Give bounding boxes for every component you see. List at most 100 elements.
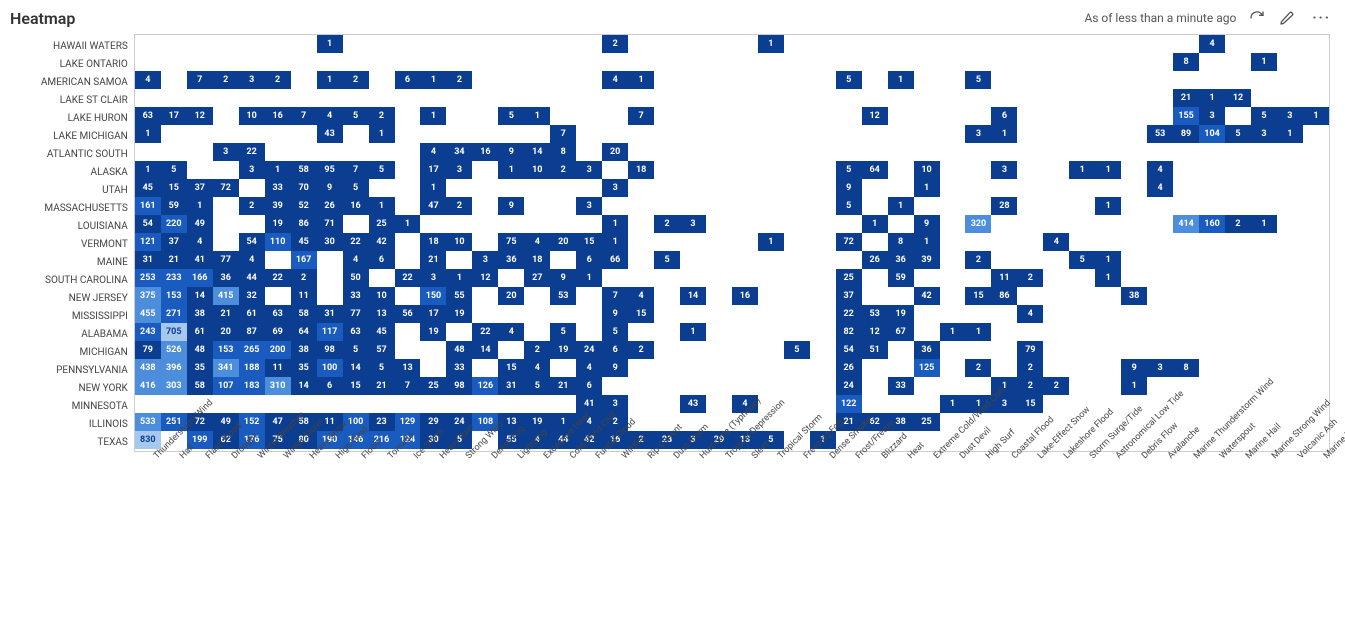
heatmap-cell[interactable] xyxy=(369,89,395,107)
heatmap-cell[interactable] xyxy=(680,161,706,179)
heatmap-cell[interactable] xyxy=(187,161,213,179)
heatmap-cell[interactable] xyxy=(810,359,836,377)
heatmap-cell[interactable]: 1 xyxy=(1095,197,1121,215)
heatmap-cell[interactable] xyxy=(1095,35,1121,53)
heatmap-cell[interactable] xyxy=(706,359,732,377)
heatmap-cell[interactable]: 25 xyxy=(420,377,446,395)
heatmap-cell[interactable]: 1 xyxy=(420,71,446,89)
heatmap-cell[interactable] xyxy=(524,323,550,341)
heatmap-cell[interactable] xyxy=(1303,269,1329,287)
heatmap-cell[interactable]: 50 xyxy=(343,269,369,287)
heatmap-cell[interactable] xyxy=(940,359,966,377)
heatmap-cell[interactable]: 39 xyxy=(914,251,940,269)
heatmap-cell[interactable]: 14 xyxy=(680,287,706,305)
heatmap-cell[interactable]: 526 xyxy=(161,341,187,359)
heatmap-cell[interactable]: 15 xyxy=(628,305,654,323)
heatmap-cell[interactable] xyxy=(991,251,1017,269)
heatmap-cell[interactable] xyxy=(1095,233,1121,251)
heatmap-cell[interactable] xyxy=(550,35,576,53)
heatmap-cell[interactable]: 12 xyxy=(472,269,498,287)
heatmap-cell[interactable]: 1 xyxy=(187,197,213,215)
heatmap-cell[interactable] xyxy=(1173,251,1199,269)
heatmap-cell[interactable]: 5 xyxy=(369,359,395,377)
heatmap-cell[interactable] xyxy=(1043,395,1069,413)
heatmap-cell[interactable]: 167 xyxy=(291,251,317,269)
heatmap-cell[interactable] xyxy=(940,89,966,107)
heatmap-cell[interactable] xyxy=(758,197,784,215)
heatmap-cell[interactable] xyxy=(1277,197,1303,215)
heatmap-cell[interactable] xyxy=(706,341,732,359)
heatmap-cell[interactable]: 48 xyxy=(187,341,213,359)
heatmap-cell[interactable] xyxy=(1017,107,1043,125)
heatmap-cell[interactable] xyxy=(524,215,550,233)
heatmap-cell[interactable] xyxy=(680,305,706,323)
heatmap-cell[interactable] xyxy=(784,53,810,71)
heatmap-cell[interactable] xyxy=(680,233,706,251)
heatmap-cell[interactable] xyxy=(965,143,991,161)
heatmap-cell[interactable]: 57 xyxy=(369,341,395,359)
heatmap-cell[interactable] xyxy=(654,359,680,377)
heatmap-cell[interactable]: 1 xyxy=(135,125,161,143)
heatmap-cell[interactable]: 33 xyxy=(888,377,914,395)
heatmap-cell[interactable] xyxy=(1147,341,1173,359)
heatmap-cell[interactable]: 1 xyxy=(524,107,550,125)
heatmap-cell[interactable] xyxy=(135,35,161,53)
heatmap-cell[interactable]: 17 xyxy=(420,305,446,323)
heatmap-cell[interactable]: 37 xyxy=(161,233,187,251)
heatmap-cell[interactable]: 87 xyxy=(239,323,265,341)
heatmap-cell[interactable] xyxy=(498,125,524,143)
heatmap-cell[interactable] xyxy=(498,215,524,233)
heatmap-cell[interactable] xyxy=(758,143,784,161)
heatmap-cell[interactable] xyxy=(862,179,888,197)
heatmap-cell[interactable] xyxy=(1017,89,1043,107)
heatmap-cell[interactable] xyxy=(940,287,966,305)
heatmap-cell[interactable] xyxy=(1121,341,1147,359)
heatmap-cell[interactable]: 4 xyxy=(317,107,343,125)
heatmap-cell[interactable]: 36 xyxy=(498,251,524,269)
heatmap-cell[interactable]: 5 xyxy=(161,161,187,179)
heatmap-cell[interactable]: 3 xyxy=(239,161,265,179)
heatmap-cell[interactable] xyxy=(446,125,472,143)
heatmap-cell[interactable]: 1 xyxy=(135,161,161,179)
heatmap-cell[interactable] xyxy=(1121,89,1147,107)
heatmap-cell[interactable] xyxy=(1251,35,1277,53)
heatmap-cell[interactable]: 31 xyxy=(498,377,524,395)
heatmap-cell[interactable]: 61 xyxy=(239,305,265,323)
heatmap-cell[interactable] xyxy=(1121,305,1147,323)
heatmap-cell[interactable]: 100 xyxy=(317,359,343,377)
heatmap-cell[interactable]: 3 xyxy=(446,161,472,179)
heatmap-cell[interactable] xyxy=(1303,323,1329,341)
heatmap-cell[interactable] xyxy=(706,71,732,89)
heatmap-cell[interactable] xyxy=(706,215,732,233)
heatmap-cell[interactable]: 29 xyxy=(420,413,446,431)
heatmap-cell[interactable]: 27 xyxy=(524,269,550,287)
heatmap-cell[interactable]: 35 xyxy=(187,359,213,377)
heatmap-cell[interactable]: 35 xyxy=(291,359,317,377)
heatmap-cell[interactable] xyxy=(680,107,706,125)
heatmap-cell[interactable] xyxy=(654,287,680,305)
heatmap-cell[interactable] xyxy=(602,197,628,215)
heatmap-cell[interactable] xyxy=(706,107,732,125)
heatmap-cell[interactable] xyxy=(213,53,239,71)
heatmap-cell[interactable] xyxy=(965,197,991,215)
heatmap-cell[interactable] xyxy=(1251,89,1277,107)
heatmap-cell[interactable] xyxy=(291,53,317,71)
heatmap-cell[interactable] xyxy=(265,35,291,53)
heatmap-cell[interactable]: 19 xyxy=(888,305,914,323)
heatmap-cell[interactable] xyxy=(784,197,810,215)
heatmap-cell[interactable] xyxy=(343,125,369,143)
heatmap-cell[interactable]: 2 xyxy=(291,269,317,287)
heatmap-cell[interactable]: 18 xyxy=(628,161,654,179)
heatmap-cell[interactable] xyxy=(135,395,161,413)
heatmap-cell[interactable] xyxy=(1251,341,1277,359)
heatmap-cell[interactable] xyxy=(1147,53,1173,71)
heatmap-cell[interactable] xyxy=(1121,179,1147,197)
heatmap-cell[interactable] xyxy=(654,107,680,125)
heatmap-cell[interactable] xyxy=(1147,89,1173,107)
heatmap-cell[interactable] xyxy=(1173,35,1199,53)
heatmap-cell[interactable] xyxy=(369,71,395,89)
heatmap-cell[interactable] xyxy=(810,35,836,53)
heatmap-cell[interactable] xyxy=(914,53,940,71)
heatmap-cell[interactable]: 15 xyxy=(1017,395,1043,413)
heatmap-cell[interactable]: 79 xyxy=(135,341,161,359)
